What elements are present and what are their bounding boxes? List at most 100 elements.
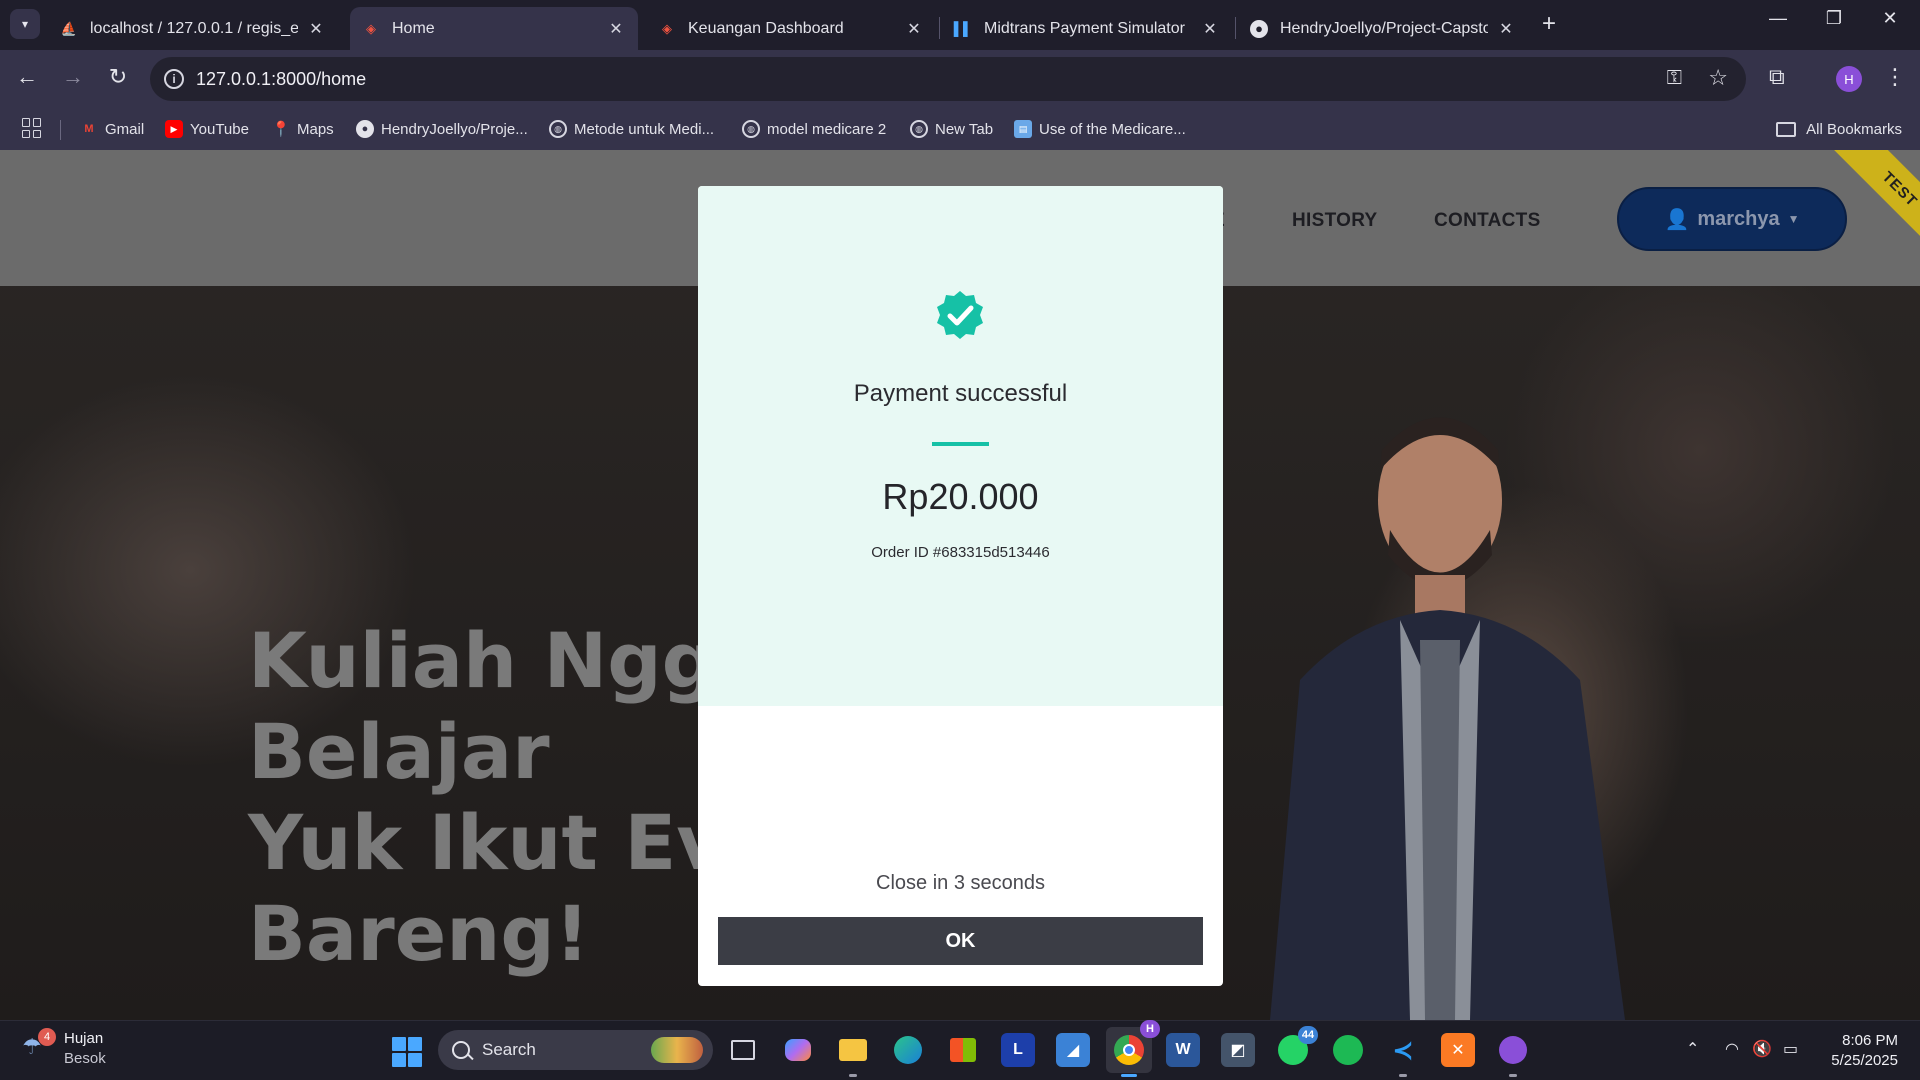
task-view-icon[interactable] [726,1033,760,1067]
github-icon: ● [356,120,374,138]
tab-separator [1235,17,1236,39]
bookmark-star-icon[interactable]: ☆ [1708,65,1728,91]
tab-phpmyadmin[interactable]: ⛵ localhost / 127.0.0.1 / regis_eve ✕ [48,7,338,50]
bookmark-model-medicare[interactable]: ◍ model medicare 2 [742,108,886,150]
bookmark-label: HendryJoellyo/Proje... [381,120,528,138]
reload-button[interactable]: ↻ [103,64,133,90]
password-key-icon[interactable]: ⚿ [1667,67,1682,90]
mysql-workbench-icon[interactable]: ◩ [1221,1033,1255,1067]
bookmark-medicare-use[interactable]: ▤ Use of the Medicare... [1014,108,1186,150]
umbrella-rain-icon: ☂ 4 [22,1028,56,1064]
extensions-icon[interactable]: ⧉ [1769,64,1785,90]
phpmyadmin-icon: ⛵ [60,20,78,36]
bookmark-metode-medicare[interactable]: ◍ Metode untuk Medi... [549,108,714,150]
bookmark-github-project[interactable]: ● HendryJoellyo/Proje... [356,108,528,150]
minimize-window-button[interactable]: — [1758,8,1798,29]
nav-link-history[interactable]: HISTORY [1292,210,1378,232]
copilot-icon[interactable] [781,1033,815,1067]
gmail-icon: M [84,123,94,135]
word-icon[interactable]: W [1166,1033,1200,1067]
modal-divider [932,442,989,446]
tab-separator [939,17,940,39]
close-icon[interactable]: ✕ [1496,19,1516,39]
clock-date: 5/25/2025 [1831,1052,1898,1069]
tab-midtrans-simulator[interactable]: ▌▌ Midtrans Payment Simulator ✕ [942,7,1232,50]
tab-home[interactable]: ◈ Home ✕ [350,7,638,50]
tab-keuangan-dashboard[interactable]: ◈ Keuangan Dashboard ✕ [646,7,936,50]
azure-data-studio-icon[interactable]: ◢ [1056,1033,1090,1067]
laravel-icon: ◈ [366,20,376,36]
close-icon[interactable]: ✕ [606,19,626,39]
tab-title: Keuangan Dashboard [688,19,844,37]
running-indicator [849,1074,857,1077]
browser-menu-icon[interactable]: ⋮ [1884,64,1906,90]
user-icon: 👤 [1664,208,1690,231]
tab-title: localhost / 127.0.0.1 / regis_eve [90,19,298,37]
address-bar[interactable]: i 127.0.0.1:8000/home ⚿ ☆ [150,57,1746,101]
vscode-icon[interactable]: ≺ [1386,1033,1420,1077]
close-icon[interactable]: ✕ [306,19,326,39]
tab-search-dropdown-button[interactable]: ▾ [10,9,40,39]
back-button[interactable]: ← [12,64,42,90]
l-app-icon[interactable]: L [1001,1033,1035,1067]
windows-start-icon[interactable] [392,1037,422,1067]
bookmark-gmail[interactable]: M Gmail [80,108,144,150]
clock-time: 8:06 PM [1842,1032,1898,1049]
microsoft-store-icon[interactable] [946,1033,980,1067]
battery-icon[interactable]: ▭ [1783,1039,1798,1059]
github-desktop-icon[interactable] [1496,1033,1530,1077]
bookmark-new-tab[interactable]: ◍ New Tab [910,108,993,150]
user-name: marchya [1697,207,1780,230]
payment-amount: Rp20.000 [882,476,1039,517]
payment-success-modal: Payment successful Rp20.000 Order ID #68… [698,186,1223,986]
tab-github-project[interactable]: ● HendryJoellyo/Project-Capstone ✕ [1238,7,1528,50]
order-id: Order ID #683315d513446 [871,544,1050,561]
chrome-icon[interactable]: H [1106,1020,1160,1077]
volume-muted-icon[interactable]: 🔇 [1752,1039,1772,1059]
forward-button[interactable]: → [58,64,88,90]
tab-title: Midtrans Payment Simulator [984,19,1185,37]
all-bookmarks-label: All Bookmarks [1806,120,1902,138]
address-url[interactable]: 127.0.0.1:8000/home [196,69,366,90]
modal-header-panel [698,186,1223,706]
auto-close-countdown: Close in 3 seconds [876,872,1045,894]
globe-icon: ◍ [549,120,567,138]
weather-subtitle: Besok [64,1050,106,1067]
restore-window-button[interactable]: ❐ [1814,8,1854,29]
spotify-icon[interactable] [1331,1033,1365,1067]
wifi-icon[interactable]: ◠ [1725,1039,1739,1059]
nav-link-contacts[interactable]: CONTACTS [1434,210,1541,232]
search-highlight-image [651,1037,703,1063]
apps-grid-icon[interactable] [22,118,42,138]
ok-button[interactable]: OK [718,917,1203,965]
search-icon [452,1041,470,1059]
taskbar-clock[interactable]: 8:06 PM 5/25/2025 [1818,1031,1898,1071]
weather-widget[interactable]: ☂ 4 Hujan Besok [22,1028,106,1069]
bookmark-label: Gmail [105,120,145,138]
taskbar-search-box[interactable]: Search [438,1030,713,1070]
close-icon[interactable]: ✕ [1200,19,1220,39]
bookmark-youtube[interactable]: ▶ YouTube [165,108,249,150]
site-info-icon[interactable]: i [164,69,184,89]
chevron-up-icon[interactable]: ⌃ [1686,1039,1699,1059]
medicare-icon: ▤ [1014,120,1032,138]
weather-title: Hujan [64,1030,104,1047]
laravel-icon: ◈ [662,20,672,36]
file-explorer-icon[interactable] [836,1033,870,1077]
xampp-icon[interactable]: ✕ [1441,1033,1475,1067]
bookmark-label: Maps [297,120,334,138]
profile-avatar[interactable]: H [1836,66,1862,92]
user-dropdown-button[interactable]: 👤 marchya ▼ [1617,187,1847,251]
bookmark-label: Use of the Medicare... [1039,120,1186,138]
weather-text: Hujan Besok [64,1029,106,1069]
new-tab-button[interactable]: + [1542,11,1556,37]
whatsapp-icon[interactable]: 44 [1276,1026,1318,1067]
bookmark-maps[interactable]: 📍 Maps [272,108,334,150]
browser-tab-strip: ▾ ⛵ localhost / 127.0.0.1 / regis_eve ✕ … [0,0,1920,50]
running-indicator [1399,1074,1407,1077]
close-icon[interactable]: ✕ [904,19,924,39]
edge-icon[interactable] [891,1033,925,1067]
close-window-button[interactable]: ✕ [1870,8,1910,29]
folder-icon [1776,121,1797,137]
all-bookmarks-button[interactable]: All Bookmarks [1776,108,1902,150]
